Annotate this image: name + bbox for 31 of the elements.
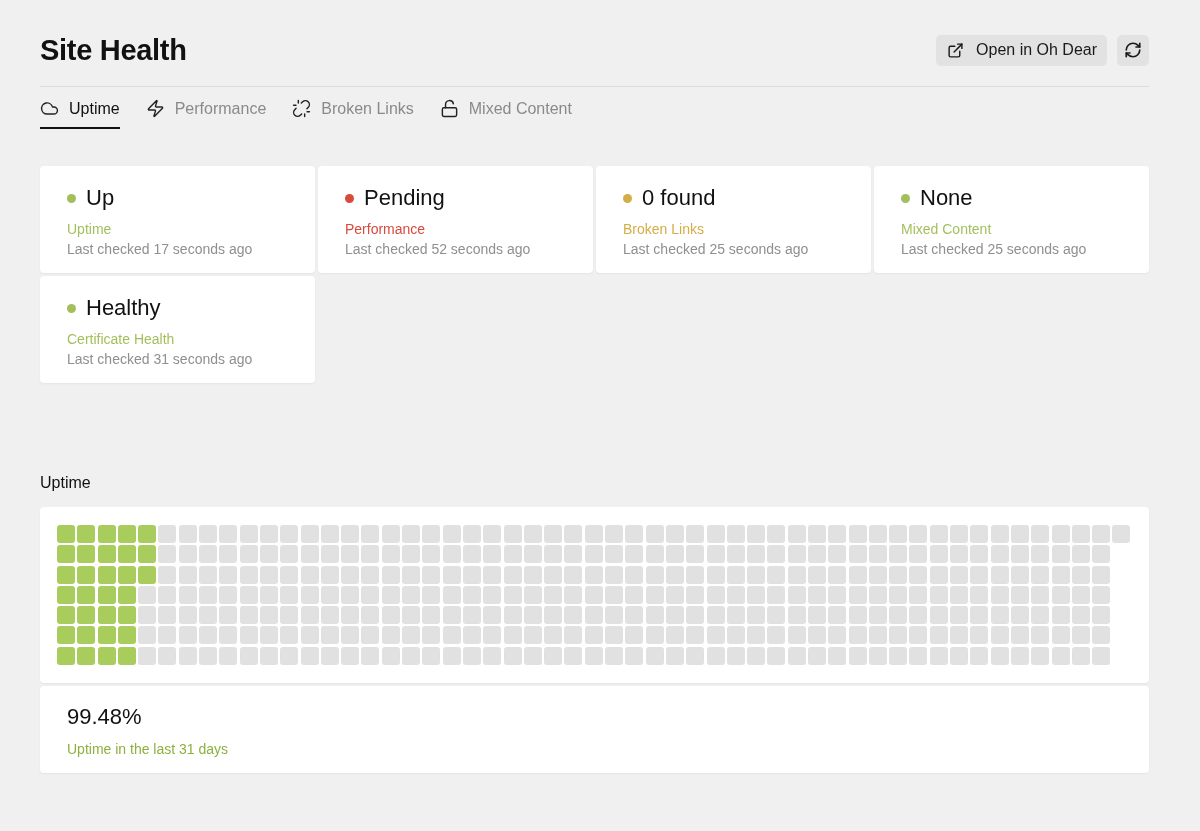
lightning-icon [145,99,165,118]
page-title: Site Health [40,33,187,68]
status-text: Pending [364,184,445,212]
last-checked-text: Last checked 17 seconds ago [67,240,254,259]
external-link-icon [947,41,965,59]
uptime-percentage: 99.48% [67,703,143,731]
tab[interactable]: Mixed Content [439,99,572,129]
refresh-icon [1124,41,1142,59]
last-checked-text: Last checked 52 seconds ago [345,240,532,259]
check-label: Certificate Health [67,330,176,349]
check-label: Broken Links [623,220,705,239]
uptime-caption: Uptime in the last 31 days [67,740,230,759]
last-checked-text: Last checked 31 seconds ago [67,350,254,369]
last-checked-text: Last checked 25 seconds ago [901,240,1088,259]
tab[interactable]: Broken Links [292,99,414,129]
check-label: Performance [345,220,427,239]
section-heading: Uptime [40,473,92,493]
check-label: Uptime [67,220,113,239]
status-text: Healthy [86,294,161,322]
refresh-button[interactable] [1117,34,1149,66]
open-in-oh-dear-button[interactable]: Open in Oh Dear [936,34,1107,66]
cloud-icon [40,99,59,118]
status-text: None [920,184,973,212]
status-text: 0 found [642,184,716,212]
check-label: Mixed Content [901,220,993,239]
open-lock-icon [439,99,459,118]
status-text: Up [86,184,115,212]
broken-link-icon [292,99,312,118]
tab[interactable]: Performance [145,99,267,129]
tab[interactable]: Uptime [40,99,120,129]
last-checked-text: Last checked 25 seconds ago [623,240,810,259]
